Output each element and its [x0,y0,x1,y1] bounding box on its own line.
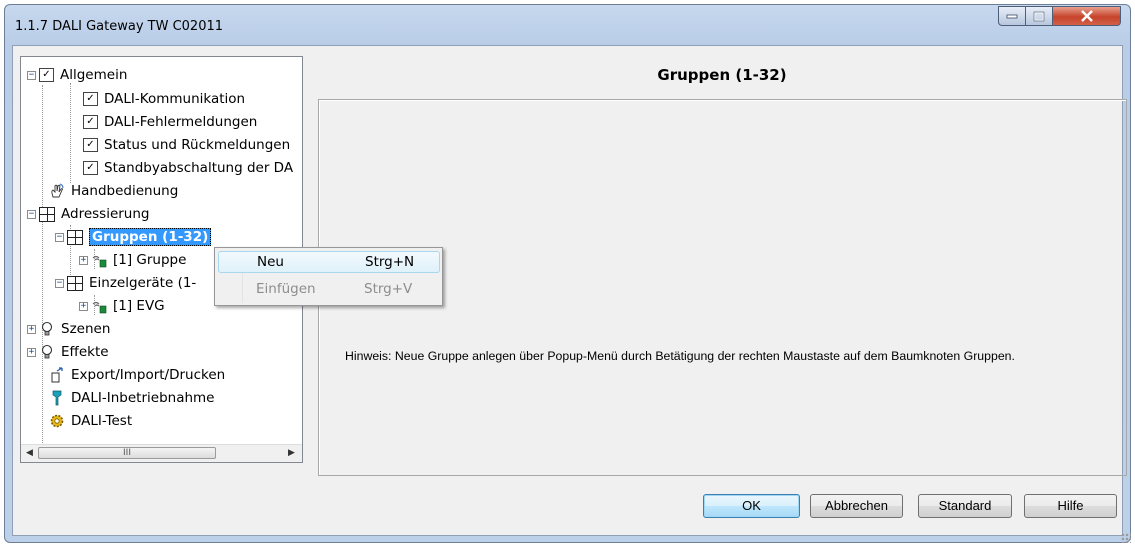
device-icon [92,255,107,268]
checklist-icon: ✓ [83,92,98,106]
tree-item-label: DALI-Test [71,413,133,429]
tool-icon [52,390,62,406]
standard-button[interactable]: Standard [918,494,1012,518]
minimize-icon [1006,14,1018,19]
hand-icon [51,183,64,198]
tree-item-label: Effekte [61,344,109,360]
cancel-button[interactable]: Abbrechen [810,494,903,518]
expand-toggle[interactable]: + [27,347,36,357]
hint-text: Hinweis: Neue Gruppe anlegen über Popup-… [345,349,1015,363]
bulb-icon [41,344,53,359]
tree-item-dali-kommunikation[interactable]: ✓ DALI-Kommunikation [83,89,245,109]
tree-item-label: Status und Rückmeldungen [104,137,291,153]
tree-item-label: Standbyabschaltung der DA [104,160,294,176]
grid-icon [67,275,83,291]
scroll-right-arrow-icon[interactable]: ▶ [285,447,298,460]
tree-item-gruppe-1[interactable]: + [1] Gruppe [79,250,186,270]
menu-item-label: Neu [257,254,284,270]
device-icon [92,301,107,314]
tree-item-allgemein[interactable]: − ✓ Allgemein [27,65,127,85]
menu-item-shortcut: Strg+N [365,254,415,270]
collapse-toggle[interactable]: − [27,70,36,80]
checklist-icon: ✓ [39,68,54,82]
gear-icon [50,414,64,428]
scrollbar-thumb[interactable]: III [38,447,216,459]
minimize-button[interactable] [998,6,1026,26]
menu-item-neu[interactable]: Neu Strg+N [218,251,440,273]
grid-icon [39,206,55,222]
tree-item-label: Gruppen (1-32) [89,228,212,246]
tree-item-status[interactable]: ✓ Status und Rückmeldungen [83,135,290,155]
tree-item-label: DALI-Inbetriebnahme [71,390,215,406]
tree-item-dali-fehlermeldungen[interactable]: ✓ DALI-Fehlermeldungen [83,112,257,132]
context-menu: Neu Strg+N Einfügen Strg+V [214,247,443,306]
tree-item-label: Allgemein [60,67,128,83]
title-bar[interactable]: 1.1.7 DALI Gateway TW C02011 [5,5,1130,45]
menu-item-shortcut: Strg+V [364,281,413,297]
tree-item-label: DALI-Kommunikation [104,91,246,107]
bulb-icon [41,321,53,336]
scroll-left-arrow-icon[interactable]: ◀ [23,447,36,460]
tree-item-label: [1] EVG [113,298,165,314]
expand-toggle[interactable]: + [79,255,88,265]
checklist-icon: ✓ [83,115,98,129]
close-button[interactable] [1053,6,1121,26]
collapse-toggle[interactable]: − [55,278,64,288]
tree-item-adressierung[interactable]: − Adressierung [27,204,149,224]
close-icon [1080,10,1093,22]
tree-item-gruppen[interactable]: − Gruppen (1-32) [55,227,212,247]
tree-item-inbetriebnahme[interactable]: DALI-Inbetriebnahme [49,388,215,408]
tree-item-standbyabschaltung[interactable]: ✓ Standbyabschaltung der DA [83,158,293,178]
tree-item-label: Szenen [61,321,111,337]
menu-item-einfuegen[interactable]: Einfügen Strg+V [218,279,440,301]
resize-grip-icon[interactable] [1121,533,1131,543]
collapse-toggle[interactable]: − [55,232,64,242]
maximize-button[interactable] [1026,6,1053,26]
tree-item-dali-test[interactable]: DALI-Test [49,411,132,431]
window-title: 1.1.7 DALI Gateway TW C02011 [15,19,224,34]
tree-line [42,85,43,445]
collapse-toggle[interactable]: − [27,209,36,219]
tree-item-label: Handbedienung [71,183,179,199]
tree-line [70,83,71,183]
tree-item-evg-1[interactable]: + [1] EVG [79,296,165,316]
tree-item-label: Export/Import/Drucken [71,367,226,383]
menu-item-label: Einfügen [256,281,316,297]
page-title: Gruppen (1-32) [657,66,787,84]
checklist-icon: ✓ [83,138,98,152]
tree-item-szenen[interactable]: + Szenen [27,319,110,339]
grid-icon [67,229,83,245]
export-icon [51,367,63,383]
tree-horizontal-scrollbar[interactable]: ◀ III ▶ [21,444,302,462]
tree-item-label: Adressierung [61,206,150,222]
expand-toggle[interactable]: + [27,324,36,334]
tree-item-einzelgeraete[interactable]: − Einzelgeräte (1- [55,273,196,293]
help-button[interactable]: Hilfe [1024,494,1117,518]
maximize-icon [1033,11,1045,21]
checklist-icon: ✓ [83,161,98,175]
tree-item-handbedienung[interactable]: Handbedienung [49,181,178,201]
expand-toggle[interactable]: + [79,301,88,311]
tree-item-label: [1] Gruppe [113,252,187,268]
tree-item-label: Einzelgeräte (1- [89,275,197,291]
tree-item-effekte[interactable]: + Effekte [27,342,109,362]
tree-item-label: DALI-Fehlermeldungen [104,114,258,130]
ok-button[interactable]: OK [703,494,800,518]
tree-item-export[interactable]: Export/Import/Drucken [49,365,225,385]
